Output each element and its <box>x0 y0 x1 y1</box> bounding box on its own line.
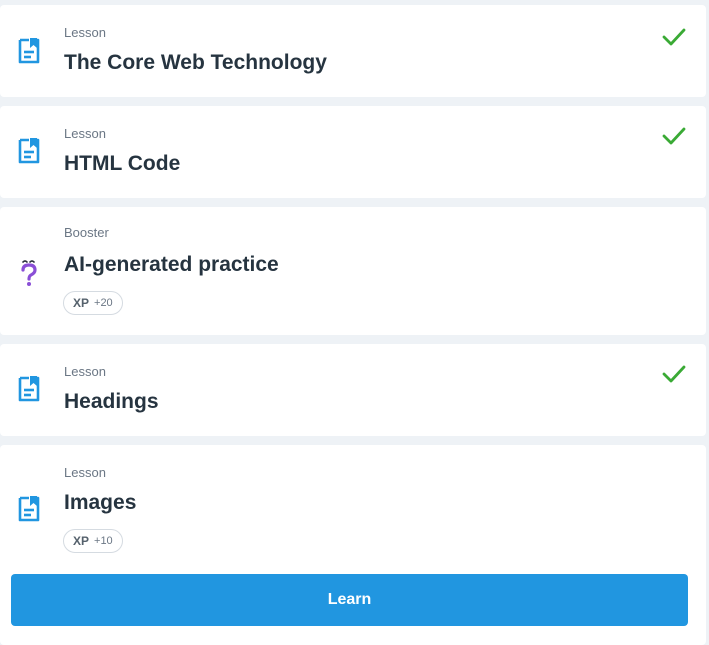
item-title: HTML Code <box>64 152 181 175</box>
lesson-doc-icon <box>18 376 40 402</box>
item-kind: Lesson <box>64 126 106 141</box>
item-kind: Lesson <box>64 465 106 480</box>
item-title: The Core Web Technology <box>64 51 327 74</box>
item-kind: Lesson <box>64 25 106 40</box>
lesson-card[interactable]: Lesson HTML Code <box>0 106 706 198</box>
xp-label: XP <box>73 534 90 548</box>
xp-badge: XP +20 <box>63 291 123 315</box>
checkmark-icon <box>662 365 686 383</box>
item-kind: Booster <box>64 225 109 240</box>
xp-value: +20 <box>94 297 113 309</box>
lesson-card[interactable]: Lesson Headings <box>0 344 706 436</box>
booster-card[interactable]: Booster AI-generated practice XP +20 <box>0 207 706 335</box>
lesson-doc-icon <box>18 38 40 64</box>
lesson-card[interactable]: Lesson The Core Web Technology <box>0 5 706 97</box>
learn-button[interactable]: Learn <box>11 574 688 626</box>
checkmark-icon <box>662 28 686 46</box>
xp-label: XP <box>73 296 90 310</box>
item-title: AI-generated practice <box>64 253 279 276</box>
lesson-doc-icon <box>18 138 40 164</box>
question-mark-icon <box>21 260 37 286</box>
lesson-doc-icon <box>18 496 40 522</box>
item-kind: Lesson <box>64 364 106 379</box>
xp-value: +10 <box>94 535 113 547</box>
item-title: Headings <box>64 390 159 413</box>
item-title: Images <box>64 491 137 514</box>
xp-badge: XP +10 <box>63 529 123 553</box>
checkmark-icon <box>662 127 686 145</box>
